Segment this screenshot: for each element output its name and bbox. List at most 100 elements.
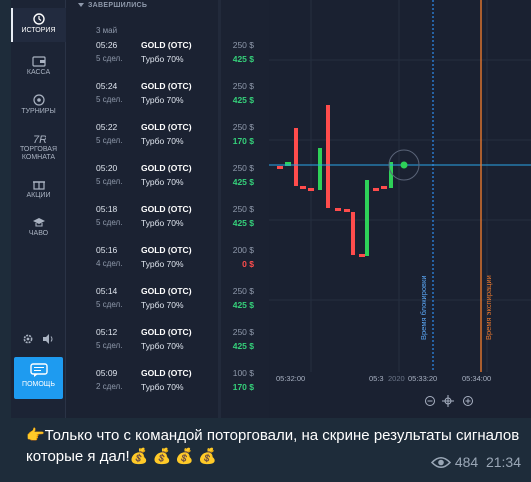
trade-profit: 425 $ <box>232 218 254 228</box>
trading-room-icon: 7R <box>33 134 46 144</box>
trade-row[interactable]: 05:16 4 сдел. GOLD (OTC) Турбо 70% 200 $ 0 $ <box>66 241 266 282</box>
svg-text:7R: 7R <box>33 134 46 144</box>
sidebar-item-cashier[interactable]: КАССА <box>11 55 66 77</box>
sidebar: ИСТОРИЯ КАССА ТУРНИРЫ 7R ТОРГОВАЯ КОМНАТ… <box>11 0 66 418</box>
gear-icon[interactable] <box>22 333 34 345</box>
trade-asset: GOLD (OTC) <box>141 286 192 296</box>
sidebar-item-label: КОМНАТА <box>21 154 56 161</box>
sidebar-item-tournaments[interactable]: ТУРНИРЫ <box>11 94 66 116</box>
sidebar-item-history[interactable]: ИСТОРИЯ <box>11 8 66 42</box>
trade-amount: 250 $ <box>232 204 254 214</box>
zoom-in-button[interactable] <box>463 396 473 406</box>
chart-canvas[interactable]: Время блокировки Время экспирации 05:32:… <box>269 0 531 418</box>
trade-asset: GOLD (OTC) <box>141 204 192 214</box>
trade-row[interactable]: 05:22 5 сдел. GOLD (OTC) Турбо 70% 250 $ 170 … <box>66 118 266 159</box>
trade-profit: 425 $ <box>232 54 254 64</box>
candle <box>318 148 322 190</box>
price-chart[interactable]: Время блокировки Время экспирации 05:32:… <box>269 0 531 418</box>
time-tick-label: 05:34:00 <box>462 374 491 383</box>
sidebar-item-faq[interactable]: ЧАВО <box>11 216 66 238</box>
time-tick-label-partial: 05:3 <box>369 374 384 383</box>
trade-deals: 5 сдел. <box>96 177 123 186</box>
sidebar-item-label: ТУРНИРЫ <box>21 108 56 115</box>
trades-scrollbar[interactable] <box>218 0 221 418</box>
sidebar-item-label: ЧАВО <box>28 230 49 237</box>
trade-deals: 2 сдел. <box>96 382 123 391</box>
trade-deals: 5 сдел. <box>96 136 123 145</box>
zoom-reset-button[interactable] <box>442 395 454 407</box>
trade-type: Турбо 70% <box>141 54 184 64</box>
trade-asset: GOLD (OTC) <box>141 81 192 91</box>
trade-deals: 5 сдел. <box>96 218 123 227</box>
time-tick-label: 05:33:20 <box>408 374 437 383</box>
gift-icon <box>32 181 45 190</box>
chat-icon <box>29 363 48 377</box>
trade-amount: 250 $ <box>232 40 254 50</box>
trade-time: 05:26 <box>96 40 118 50</box>
trade-time: 05:12 <box>96 327 118 337</box>
views-eye-icon <box>430 456 451 469</box>
sound-icon[interactable] <box>42 333 54 345</box>
trade-row[interactable]: 05:12 5 сдел. GOLD (OTC) Турбо 70% 250 $ 425 … <box>66 323 266 364</box>
trade-asset: GOLD (OTC) <box>141 327 192 337</box>
trade-deals: 5 сдел. <box>96 300 123 309</box>
trade-amount: 100 $ <box>232 368 254 378</box>
trade-deals: 5 сдел. <box>96 54 123 63</box>
trade-deals: 5 сдел. <box>96 341 123 350</box>
candle <box>294 128 298 186</box>
sidebar-item-label: КАССА <box>26 69 51 76</box>
candle <box>344 209 350 212</box>
message-meta: 484 21:34 <box>430 454 521 470</box>
candle <box>365 180 369 256</box>
trade-type: Турбо 70% <box>141 95 184 105</box>
trade-row[interactable]: 05:18 5 сдел. GOLD (OTC) Турбо 70% 250 $ 425 … <box>66 200 266 241</box>
date-label: 3 май <box>96 26 118 35</box>
sidebar-item-promotions[interactable]: АКЦИИ <box>11 178 66 200</box>
views-count: 484 <box>454 454 479 470</box>
message-time: 21:34 <box>485 454 521 470</box>
trade-row[interactable]: 05:20 5 сдел. GOLD (OTC) Турбо 70% 250 $ 425 … <box>66 159 266 200</box>
trade-time: 05:24 <box>96 81 118 91</box>
trade-type: Турбо 70% <box>141 300 184 310</box>
trade-asset: GOLD (OTC) <box>141 122 192 132</box>
expiry-time-label: Время экспирации <box>484 275 493 340</box>
trade-time: 05:20 <box>96 163 118 173</box>
trade-asset: GOLD (OTC) <box>141 40 192 50</box>
trading-app-screenshot: ИСТОРИЯ КАССА ТУРНИРЫ 7R ТОРГОВАЯ КОМНАТ… <box>11 0 531 418</box>
sidebar-item-label: ТОРГОВАЯ <box>19 146 58 153</box>
trade-time: 05:09 <box>96 368 118 378</box>
sidebar-item-trading-room[interactable]: 7R ТОРГОВАЯ КОМНАТА <box>11 132 66 162</box>
sidebar-item-label: АКЦИИ <box>26 192 51 199</box>
trade-amount: 250 $ <box>232 327 254 337</box>
trade-profit: 425 $ <box>232 341 254 351</box>
candle <box>300 186 306 189</box>
trade-row[interactable]: 05:24 5 сдел. GOLD (OTC) Турбо 70% 250 $ 425 … <box>66 77 266 118</box>
trade-time: 05:18 <box>96 204 118 214</box>
trade-profit: 0 $ <box>242 259 254 269</box>
lock-time-label: Время блокировки <box>419 275 428 340</box>
trade-amount: 250 $ <box>232 286 254 296</box>
trade-type: Турбо 70% <box>141 259 184 269</box>
time-tick-label-year: 2020 <box>388 374 405 383</box>
zoom-out-button[interactable] <box>425 396 435 406</box>
trade-amount: 250 $ <box>232 163 254 173</box>
candle <box>351 212 355 255</box>
trade-amount: 250 $ <box>232 122 254 132</box>
trade-row[interactable]: 05:26 5 сдел. GOLD (OTC) Турбо 70% 250 $ 425 … <box>66 36 266 77</box>
trade-deals: 4 сдел. <box>96 259 123 268</box>
trade-row[interactable]: 05:09 2 сдел. GOLD (OTC) Турбо 70% 100 $ 170 … <box>66 364 266 405</box>
trade-asset: GOLD (OTC) <box>141 163 192 173</box>
help-button[interactable]: ПОМОЩЬ <box>14 357 63 399</box>
chart-candles <box>277 105 393 257</box>
candle <box>359 254 365 257</box>
trade-profit: 170 $ <box>232 382 254 392</box>
trade-type: Турбо 70% <box>141 218 184 228</box>
trade-time: 05:16 <box>96 245 118 255</box>
trade-row[interactable]: 05:14 5 сдел. GOLD (OTC) Турбо 70% 250 $ 425 … <box>66 282 266 323</box>
section-header-completed[interactable]: ЗАВЕРШИЛИСЬ <box>78 2 147 9</box>
tournament-icon <box>32 94 45 106</box>
candle <box>277 166 283 169</box>
trade-deals: 5 сдел. <box>96 95 123 104</box>
trade-profit: 170 $ <box>232 136 254 146</box>
trade-type: Турбо 70% <box>141 136 184 146</box>
